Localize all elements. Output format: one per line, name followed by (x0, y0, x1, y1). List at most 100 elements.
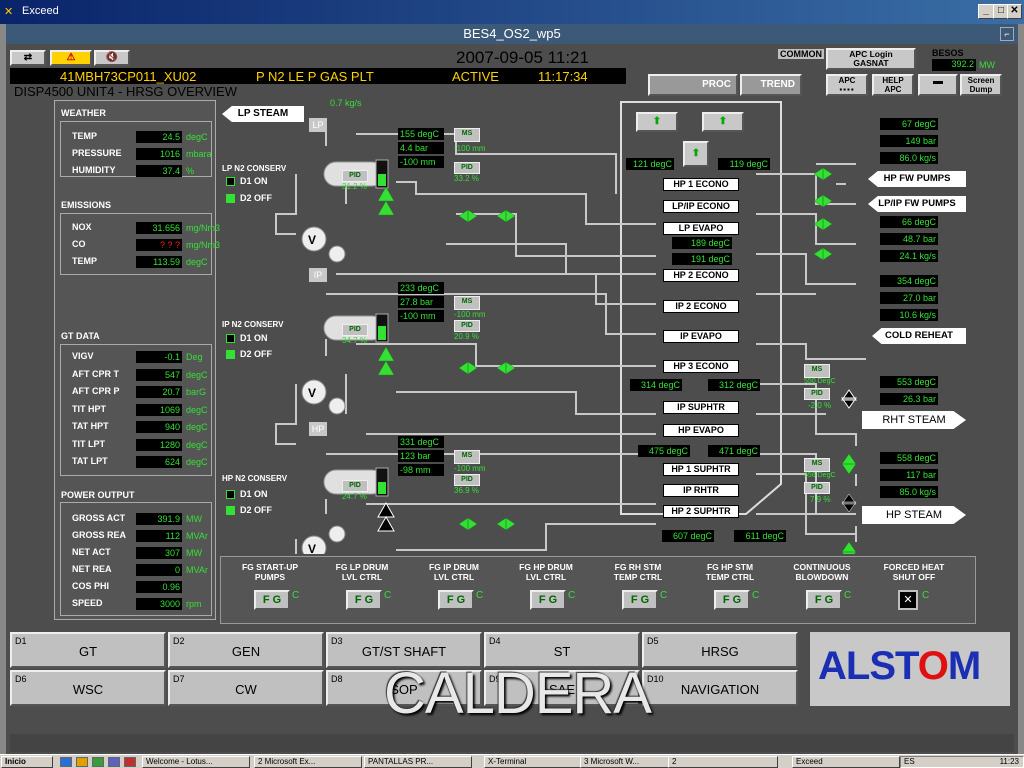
hp2-econo-label[interactable]: HP 2 ECONO (663, 269, 739, 282)
row-unit: MW (186, 514, 202, 524)
fg-control-c: C (660, 590, 668, 601)
ip-pid-box[interactable]: PID (342, 324, 368, 336)
ip-d2-checkbox[interactable] (226, 350, 235, 359)
hrsg-top-left-temp: 121 degC (626, 158, 674, 170)
quick-launch-icon[interactable] (92, 757, 104, 767)
alarm-status-bar[interactable]: 41MBH73CP011_XU02 P N2 LE P GAS PLT ACTI… (10, 68, 626, 84)
quick-launch-icon[interactable] (60, 757, 72, 767)
minimize-button[interactable]: _ (978, 4, 994, 19)
window-titlebar: ✕ Exceed _ □ ✕ (0, 0, 1024, 24)
fg-control-checkbox[interactable]: ✕ (898, 590, 918, 610)
row-unit: mg/Nm3 (186, 240, 221, 250)
quick-launch-icon[interactable] (108, 757, 120, 767)
cold-reheat-label: COLD REHEAT (872, 328, 966, 344)
hrsg-damper-up-right[interactable]: ⬆ (702, 112, 744, 132)
hp2-suphtr-label[interactable]: HP 2 SUPHTR (663, 505, 739, 518)
fg-control-button[interactable]: F G (530, 590, 566, 610)
ip-ms-box[interactable]: MS (454, 296, 480, 310)
cold-reheat-press: 27.0 bar (880, 292, 938, 304)
lp-pid-box[interactable]: PID (342, 170, 368, 182)
fg-control-button[interactable]: F G (806, 590, 842, 610)
row-value: 0 (136, 564, 182, 576)
hmi-header: BES4_OS2_wp5 ⌐ (6, 24, 1018, 44)
lp-evapo-label[interactable]: LP EVAPO (663, 222, 739, 235)
hp-pid-box[interactable]: PID (342, 480, 368, 492)
screen-dump-button[interactable]: Screen Dump (960, 74, 1002, 96)
apc-button[interactable]: APC ▪▪▪▪ (826, 74, 868, 96)
fg-control-button[interactable]: F G (622, 590, 658, 610)
lp-ms-box[interactable]: MS (454, 128, 480, 142)
taskbar-item[interactable]: X-Terminal (484, 756, 592, 768)
lpip-econo-label[interactable]: LP/IP ECONO (663, 200, 739, 213)
hmi-screen: BES4_OS2_wp5 ⌐ ⇄ ⚠ 🔇 2007-09-05 11:21 CO… (6, 24, 1018, 754)
keyboard-icon[interactable]: ▬ (918, 74, 958, 96)
ip2-econo-label[interactable]: IP 2 ECONO (663, 300, 739, 313)
taskbar-item[interactable]: PANTALLAS PR... (364, 756, 472, 768)
hp1-econo-label[interactable]: HP 1 ECONO (663, 178, 739, 191)
ip-rhtr-label[interactable]: IP RHTR (663, 484, 739, 497)
nav-button[interactable]: D10 NAVIGATION (642, 670, 798, 706)
mute-speaker-icon[interactable]: 🔇 (94, 50, 130, 66)
lp-flow: 0.7 kg/s (330, 98, 362, 108)
proc-button[interactable]: PROC (648, 74, 738, 96)
hps-ms-box[interactable]: MS (804, 458, 830, 472)
lp-pid-value: 31.2 % (342, 182, 367, 191)
rht-ms-box[interactable]: MS (804, 364, 830, 378)
hp3-econo-label[interactable]: HP 3 ECONO (663, 360, 739, 373)
trend-button[interactable]: TREND (740, 74, 802, 96)
hp-level: -98 mm (398, 464, 444, 476)
lp-d1-checkbox[interactable] (226, 177, 235, 186)
nav-button[interactable]: D7 CW (168, 670, 324, 706)
nav-button[interactable]: D1 GT (10, 632, 166, 668)
nav-button[interactable]: D6 WSC (10, 670, 166, 706)
fg-control-button[interactable]: F G (438, 590, 474, 610)
hmi-header-button[interactable]: ⌐ (1000, 27, 1014, 41)
datetime: 2007-09-05 11:21 (456, 48, 589, 67)
hp-steam-temp: 558 degC (880, 452, 938, 464)
ip-d1-checkbox[interactable] (226, 334, 235, 343)
ip-pid2-box[interactable]: PID (454, 320, 480, 332)
apc-login-button[interactable]: APC Login GASNAT (826, 48, 916, 70)
taskbar-item[interactable]: 2 Microsoft Ex... (254, 756, 362, 768)
hps-ms-value: 556 DegC (804, 472, 836, 479)
alarm-warning-icon[interactable]: ⚠ (50, 50, 92, 66)
fg-control-button[interactable]: F G (346, 590, 382, 610)
fg-control-label: CONTINUOUS BLOWDOWN (793, 562, 851, 582)
help-apc-button[interactable]: HELP APC (872, 74, 914, 96)
hps-pid-box[interactable]: PID (804, 482, 830, 494)
taskbar-item[interactable]: Welcome - Lotus... (142, 756, 250, 768)
hp-d2-checkbox[interactable] (226, 506, 235, 515)
hp-evapo-label[interactable]: HP EVAPO (663, 424, 739, 437)
ip-d2-label: D2 OFF (240, 349, 273, 359)
hp1-suphtr-label[interactable]: HP 1 SUPHTR (663, 463, 739, 476)
taskbar-item[interactable]: 2 (668, 756, 778, 768)
row-unit: MVAr (186, 531, 208, 541)
quick-launch-icon[interactable] (76, 757, 88, 767)
rht-steam-label: RHT STEAM (862, 411, 966, 429)
rht-pid-box[interactable]: PID (804, 388, 830, 400)
nav-button-label: ST (553, 644, 571, 659)
row-value: 20.7 (136, 386, 182, 398)
hp-d1-checkbox[interactable] (226, 490, 235, 499)
close-button[interactable]: ✕ (1007, 4, 1022, 19)
lp-pid2-box[interactable]: PID (454, 162, 480, 174)
nav-button[interactable]: D2 GEN (168, 632, 324, 668)
quick-launch-icon[interactable] (124, 757, 136, 767)
alarm-time: 11:17:34 (538, 69, 588, 84)
hrsg-damper-up-left[interactable]: ⬆ (636, 112, 678, 132)
start-button[interactable]: Inicio (1, 756, 53, 768)
ip-evapo-label[interactable]: IP EVAPO (663, 330, 739, 343)
logout-icon[interactable]: ⇄ (10, 50, 46, 66)
nav-button[interactable]: D5 HRSG (642, 632, 798, 668)
start-label: Inicio (5, 757, 26, 766)
hp-temp: 331 degC (398, 436, 444, 448)
hp-pid2-box[interactable]: PID (454, 474, 480, 486)
ip-suphtr-label[interactable]: IP SUPHTR (663, 401, 739, 414)
lp-d2-checkbox[interactable] (226, 194, 235, 203)
taskbar-item[interactable]: Exceed (792, 756, 900, 768)
svg-text:V: V (308, 542, 316, 554)
hrsg-damper-up-center[interactable]: ⬆ (683, 141, 709, 167)
hp-ms-box[interactable]: MS (454, 450, 480, 464)
fg-control-button[interactable]: F G (254, 590, 290, 610)
fg-control-button[interactable]: F G (714, 590, 750, 610)
